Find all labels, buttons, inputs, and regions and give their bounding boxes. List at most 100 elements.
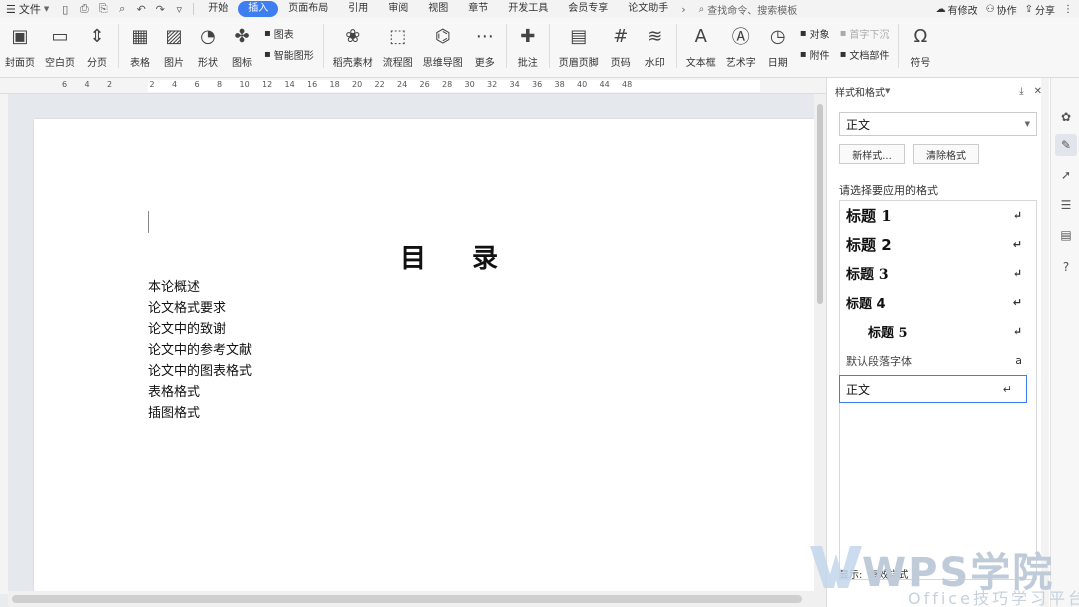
more-button[interactable]: ⋯ 更多 bbox=[468, 24, 502, 70]
cover-page-button[interactable]: ▣ 封面页 bbox=[0, 24, 40, 70]
material-icon: ❀ bbox=[345, 25, 361, 47]
material-button[interactable]: ❀ 稻壳素材 bbox=[328, 24, 378, 70]
properties-icon[interactable]: ☰ bbox=[1055, 194, 1077, 216]
current-style-select[interactable]: 正文 ▼ bbox=[839, 112, 1037, 136]
page-number-button[interactable]: # 页码 bbox=[604, 24, 638, 70]
ribbon-button-label: 文本框 bbox=[685, 58, 716, 69]
theme-icon[interactable]: ✿ bbox=[1055, 106, 1077, 128]
print-icon[interactable]: ⎘ bbox=[97, 2, 109, 16]
ruler-number: 14 bbox=[284, 80, 295, 89]
select-cursor-icon[interactable]: ➚ bbox=[1055, 164, 1077, 186]
toc-entry[interactable]: 论文格式要求 bbox=[148, 298, 252, 319]
table-button[interactable]: ▦ 表格 bbox=[123, 24, 157, 70]
tab-0[interactable]: 开始 bbox=[198, 0, 238, 18]
file-menu[interactable]: ☰ 文件 ▼ bbox=[0, 1, 55, 17]
toc-entry[interactable]: 本论概述 bbox=[148, 277, 252, 298]
paragraph-mark-icon: ↵ bbox=[1012, 209, 1022, 222]
ribbon-small-button[interactable]: ▪ 智能图形 bbox=[264, 47, 314, 62]
ribbon-button-label: 符号 bbox=[910, 58, 931, 69]
export-pdf-icon[interactable]: ⎙ bbox=[78, 2, 90, 16]
tab-6[interactable]: 章节 bbox=[458, 0, 498, 18]
ribbon-button-label: 更多 bbox=[474, 58, 495, 69]
ribbon-tabs: 开始 插入 页面布局 引用 审阅 视图 章节 开发工具 会员专享 论文助手 bbox=[198, 0, 678, 18]
document-heading[interactable]: 目录 bbox=[400, 238, 544, 275]
print-preview-icon[interactable]: ⌕ bbox=[116, 2, 128, 16]
ribbon-small-button[interactable]: ▪ 图表 bbox=[264, 26, 314, 41]
style-item[interactable]: 标题 5 ↵ bbox=[840, 317, 1036, 346]
ribbon-small-button[interactable]: ▪ 对象 bbox=[800, 26, 830, 41]
style-item[interactable]: 正文 ↵ bbox=[839, 375, 1027, 403]
watermark-button[interactable]: ≋ 水印 bbox=[638, 24, 672, 70]
command-search[interactable]: ⌕ 查找命令、搜索模板 bbox=[699, 2, 798, 17]
vertical-ruler[interactable] bbox=[0, 94, 8, 594]
small-button-label: 图表 bbox=[273, 30, 294, 41]
toc-entry[interactable]: 论文中的致谢 bbox=[148, 319, 252, 340]
header-footer-button[interactable]: ▤ 页眉页脚 bbox=[554, 24, 604, 70]
save-icon[interactable]: ▯ bbox=[59, 3, 71, 16]
revise-button[interactable]: ☁ 有修改 bbox=[936, 2, 978, 17]
tab-8[interactable]: 会员专享 bbox=[558, 0, 618, 18]
redo-icon[interactable]: ↷ bbox=[154, 3, 166, 16]
tab-5[interactable]: 视图 bbox=[418, 0, 458, 18]
scroll-thumb[interactable] bbox=[817, 104, 823, 304]
ribbon-button-label: 页眉页脚 bbox=[558, 58, 599, 69]
share-button[interactable]: ⇪ 分享 bbox=[1025, 2, 1055, 17]
icons-button[interactable]: ✤ 图标 bbox=[225, 24, 259, 70]
undo-icon[interactable]: ↶ bbox=[135, 3, 147, 16]
ruler-number: 48 bbox=[622, 80, 633, 89]
toc-entry[interactable]: 论文中的参考文献 bbox=[148, 340, 252, 361]
tabs-more-icon[interactable]: › bbox=[678, 3, 688, 16]
style-item[interactable]: 标题 1 ↵ bbox=[840, 201, 1036, 230]
scroll-thumb[interactable] bbox=[12, 595, 802, 603]
new-style-button[interactable]: 新样式... bbox=[839, 144, 905, 164]
panel-scrollbar[interactable] bbox=[1041, 78, 1049, 607]
blank-page-button[interactable]: ▭ 空白页 bbox=[40, 24, 80, 70]
format-icon[interactable]: ▤ bbox=[1055, 224, 1077, 246]
clear-format-button[interactable]: 清除格式 bbox=[913, 144, 979, 164]
style-item[interactable]: 标题 4 ↵ bbox=[840, 288, 1036, 317]
ribbon-button-label: 形状 bbox=[198, 58, 218, 69]
small-button-icon: ▪ bbox=[264, 49, 271, 60]
tab-9[interactable]: 论文助手 bbox=[618, 0, 678, 18]
toc-entry[interactable]: 表格格式 bbox=[148, 382, 252, 403]
shape-button[interactable]: ◔ 形状 bbox=[191, 24, 225, 70]
ribbon-button-label: 流程图 bbox=[382, 58, 413, 69]
mindmap-button[interactable]: ⌬ 思维导图 bbox=[418, 24, 468, 70]
style-item[interactable]: 标题 2 ↵ bbox=[840, 230, 1036, 259]
tab-7[interactable]: 开发工具 bbox=[498, 0, 558, 18]
styles-pen-icon[interactable]: ✎ bbox=[1055, 134, 1077, 156]
style-item[interactable]: 标题 3 ↵ bbox=[840, 259, 1036, 288]
ruler-number: 38 bbox=[554, 80, 565, 89]
ribbon-small-button[interactable]: ▪ 文档部件 bbox=[840, 47, 890, 62]
document-page[interactable]: 目录 本论概述 论文格式要求 论文中的致谢 论文中的参考文献 论文中的图表格式 表格格式插… bbox=[34, 119, 814, 591]
date-button[interactable]: ◷ 日期 bbox=[761, 24, 795, 70]
search-placeholder: 查找命令、搜索模板 bbox=[707, 5, 798, 17]
document-horizontal-scrollbar[interactable] bbox=[8, 591, 826, 607]
textbox-button[interactable]: A 文本框 bbox=[681, 24, 721, 70]
wordart-button[interactable]: Ⓐ 艺术字 bbox=[721, 24, 761, 70]
pin-icon[interactable]: ⤓ bbox=[1019, 86, 1023, 97]
current-style-value: 正文 bbox=[846, 117, 871, 132]
toc-entry[interactable]: 论文中的图表格式 bbox=[148, 361, 252, 382]
customize-icon[interactable]: ▿ bbox=[173, 3, 185, 16]
flowchart-button[interactable]: ⬚ 流程图 bbox=[378, 24, 418, 70]
symbol-button[interactable]: Ω 符号 bbox=[903, 24, 937, 70]
chevron-down-icon[interactable]: ▼ bbox=[885, 87, 890, 95]
style-item[interactable]: 默认段落字体 a bbox=[840, 346, 1036, 375]
comment-button[interactable]: ✚ 批注 bbox=[511, 24, 545, 70]
help-icon[interactable]: ? bbox=[1055, 256, 1077, 278]
picture-button[interactable]: ▨ 图片 bbox=[157, 24, 191, 70]
more-options-icon[interactable]: ⋮ bbox=[1063, 4, 1073, 15]
tab-2[interactable]: 页面布局 bbox=[278, 0, 338, 18]
tab-4[interactable]: 审阅 bbox=[378, 0, 418, 18]
ribbon-small-button[interactable]: ▪ 首字下沉 bbox=[840, 26, 890, 41]
document-vertical-scrollbar[interactable] bbox=[814, 94, 826, 591]
icons-icon: ✤ bbox=[234, 25, 250, 47]
ribbon-small-button[interactable]: ▪ 附件 bbox=[800, 47, 830, 62]
page-break-button[interactable]: ⇕ 分页 bbox=[80, 24, 114, 70]
horizontal-ruler[interactable]: 6 4 2 2 4 6 8 10 12 14 16 18 20 22 24 26 28 30 32 34 36 38 40 4… bbox=[0, 78, 826, 94]
tab-3[interactable]: 引用 bbox=[338, 0, 378, 18]
toc-entry[interactable]: 插图格式 bbox=[148, 403, 252, 424]
tab-1[interactable]: 插入 bbox=[238, 1, 279, 17]
collab-button[interactable]: ⚇ 协作 bbox=[986, 2, 1017, 17]
